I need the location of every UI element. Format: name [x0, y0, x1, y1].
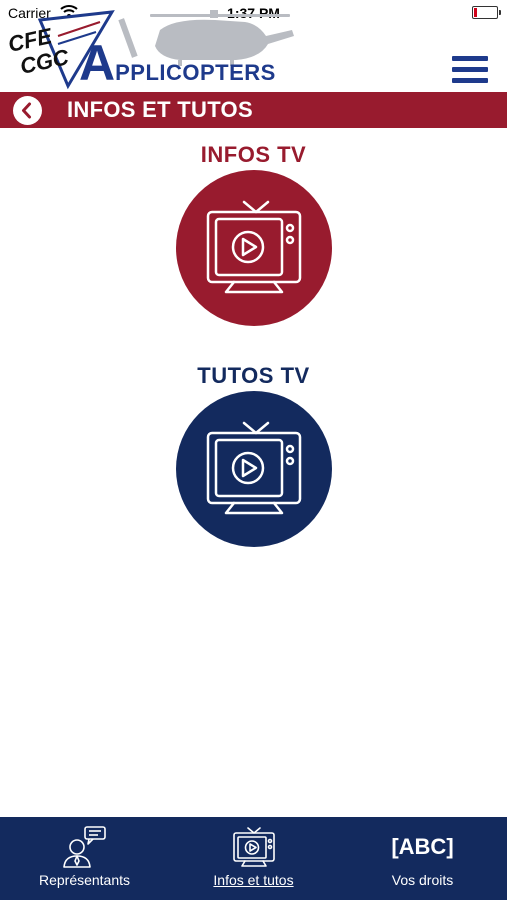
- abc-icon: [ABC]: [391, 834, 454, 859]
- page-title-bar: INFOS ET TUTOS: [0, 92, 507, 128]
- tutos-tv-button[interactable]: [176, 391, 332, 547]
- person-chat-icon: [62, 826, 106, 868]
- back-button[interactable]: [13, 96, 42, 125]
- tv-play-icon: [206, 200, 302, 294]
- infos-tv-button[interactable]: [176, 170, 332, 326]
- page-title: INFOS ET TUTOS: [67, 97, 253, 122]
- brand-name: APPLICOPTERS: [79, 35, 276, 91]
- tab-label: Infos et tutos: [213, 872, 294, 888]
- tab-label: Vos droits: [391, 872, 454, 888]
- tutos-tv-title: TUTOS TV: [197, 363, 310, 388]
- tab-vos-droits[interactable]: [ABC] Vos droits: [338, 817, 507, 900]
- tab-label: Représentants: [38, 872, 131, 888]
- bottom-tab-bar: Représentants Infos et tutos [ABC] Vos d…: [0, 817, 507, 900]
- tab-infos-et-tutos[interactable]: Infos et tutos: [169, 817, 338, 900]
- infos-tv-title: INFOS TV: [200, 142, 307, 167]
- tv-play-icon: [232, 827, 275, 867]
- tv-play-icon: [206, 421, 302, 515]
- tab-representants[interactable]: Représentants: [0, 817, 169, 900]
- hamburger-menu-button[interactable]: [452, 56, 488, 86]
- chevron-left-icon: [22, 102, 31, 119]
- app-header: CFE CGC APPLICOPTERS: [0, 0, 507, 92]
